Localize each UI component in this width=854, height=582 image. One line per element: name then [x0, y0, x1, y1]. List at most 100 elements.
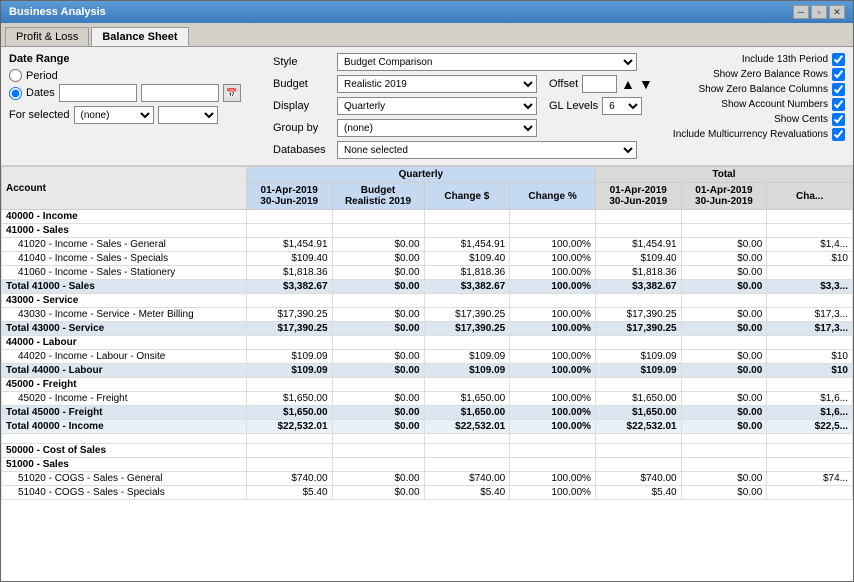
- table-row: 50000 - Cost of Sales: [2, 444, 853, 458]
- value-cell: [424, 444, 510, 458]
- account-cell: 43000 - Service: [2, 294, 247, 308]
- value-cell: [424, 458, 510, 472]
- value-cell: $109.09: [595, 364, 681, 378]
- value-cell: [246, 444, 332, 458]
- offset-input[interactable]: 0: [582, 75, 617, 93]
- value-cell: 100.00%: [510, 350, 596, 364]
- data-table-container[interactable]: Account Quarterly Total 01-Apr-201930-Ju…: [1, 166, 853, 581]
- value-cell: $22,5...: [767, 420, 853, 434]
- value-cell: [767, 486, 853, 500]
- table-row: Total 43000 - Service$17,390.25$0.00$17,…: [2, 322, 853, 336]
- value-cell: $0.00: [681, 238, 767, 252]
- value-cell: [332, 336, 424, 350]
- value-cell: 100.00%: [510, 280, 596, 294]
- value-cell: [332, 458, 424, 472]
- include-13th-row: Include 13th Period: [665, 53, 845, 66]
- value-cell: $0.00: [681, 252, 767, 266]
- value-cell: [510, 434, 596, 444]
- value-cell: 100.00%: [510, 238, 596, 252]
- value-cell: 100.00%: [510, 322, 596, 336]
- value-cell: [246, 378, 332, 392]
- value-cell: $1,454.91: [246, 238, 332, 252]
- multicurrency-checkbox[interactable]: [832, 128, 845, 141]
- include-13th-checkbox[interactable]: [832, 53, 845, 66]
- budget-dropdown[interactable]: Realistic 2019: [337, 75, 537, 93]
- value-cell: [595, 336, 681, 350]
- zero-balance-cols-label: Show Zero Balance Columns: [698, 84, 828, 95]
- value-cell: $0.00: [681, 322, 767, 336]
- value-cell: $0.00: [332, 322, 424, 336]
- period-label: Period: [26, 70, 58, 82]
- for-selected-row: For selected (none): [9, 106, 269, 124]
- value-cell: [767, 336, 853, 350]
- account-cell: 51000 - Sales: [2, 458, 247, 472]
- date-to-input[interactable]: 30/06/2019: [141, 84, 219, 102]
- main-window: Business Analysis ─ ▫ ✕ Profit & Loss Ba…: [0, 0, 854, 582]
- date-from-input[interactable]: 01/04/2019: [59, 84, 137, 102]
- group-by-label: Group by: [273, 122, 333, 134]
- value-cell: [510, 444, 596, 458]
- calendar-button[interactable]: 📅: [223, 84, 241, 102]
- dates-radio[interactable]: [9, 87, 22, 100]
- value-cell: [424, 210, 510, 224]
- value-cell: $1,650.00: [424, 392, 510, 406]
- offset-down[interactable]: ▼: [639, 76, 653, 92]
- value-cell: 100.00%: [510, 252, 596, 266]
- display-dropdown[interactable]: Quarterly: [337, 97, 537, 115]
- display-label: Display: [273, 100, 333, 112]
- style-row: Style Budget Comparison: [273, 53, 661, 71]
- account-cell: 43030 - Income - Service - Meter Billing: [2, 308, 247, 322]
- zero-balance-cols-checkbox[interactable]: [832, 83, 845, 96]
- value-cell: $0.00: [332, 350, 424, 364]
- value-cell: [595, 444, 681, 458]
- value-cell: $22,532.01: [424, 420, 510, 434]
- data-table: Account Quarterly Total 01-Apr-201930-Ju…: [1, 166, 853, 500]
- style-dropdown[interactable]: Budget Comparison: [337, 53, 637, 71]
- group-by-dropdown[interactable]: (none): [337, 119, 537, 137]
- for-selected-secondary[interactable]: [158, 106, 218, 124]
- value-cell: $0.00: [681, 266, 767, 280]
- databases-row: Databases None selected: [273, 141, 661, 159]
- account-cell: 41060 - Income - Sales - Stationery: [2, 266, 247, 280]
- databases-dropdown[interactable]: None selected: [337, 141, 637, 159]
- gl-levels-dropdown[interactable]: 6: [602, 97, 642, 115]
- dates-label: Dates: [26, 87, 55, 99]
- tab-balance-sheet[interactable]: Balance Sheet: [91, 27, 188, 46]
- table-row: 41060 - Income - Sales - Stationery$1,81…: [2, 266, 853, 280]
- value-cell: [332, 294, 424, 308]
- value-cell: $3,382.67: [424, 280, 510, 294]
- account-numbers-checkbox[interactable]: [832, 98, 845, 111]
- period-radio[interactable]: [9, 69, 22, 82]
- value-cell: [246, 294, 332, 308]
- account-cell: 40000 - Income: [2, 210, 247, 224]
- window-title: Business Analysis: [9, 6, 106, 18]
- window-controls: ─ ▫ ✕: [793, 5, 845, 19]
- value-cell: $74...: [767, 472, 853, 486]
- budget-row: Budget Realistic 2019 Offset 0 ▲ ▼: [273, 75, 661, 93]
- value-cell: [332, 444, 424, 458]
- value-cell: [681, 444, 767, 458]
- account-cell: 44020 - Income - Labour - Onsite: [2, 350, 247, 364]
- table-row: 45020 - Income - Freight$1,650.00$0.00$1…: [2, 392, 853, 406]
- gl-levels-label: GL Levels: [549, 100, 598, 112]
- radio-group: Period Dates 01/04/2019 30/06/2019 📅: [9, 69, 269, 102]
- show-cents-checkbox[interactable]: [832, 113, 845, 126]
- display-row: Display Quarterly GL Levels 6: [273, 97, 661, 115]
- value-cell: $1,6...: [767, 406, 853, 420]
- value-cell: [332, 224, 424, 238]
- zero-balance-rows-checkbox[interactable]: [832, 68, 845, 81]
- period-radio-row: Period: [9, 69, 269, 82]
- table-row: 44000 - Labour: [2, 336, 853, 350]
- total-section-header: Total: [595, 167, 852, 183]
- restore-button[interactable]: ▫: [811, 5, 827, 19]
- minimize-button[interactable]: ─: [793, 5, 809, 19]
- close-button[interactable]: ✕: [829, 5, 845, 19]
- for-selected-dropdown[interactable]: (none): [74, 106, 154, 124]
- value-cell: $109.09: [424, 350, 510, 364]
- tab-profit-loss[interactable]: Profit & Loss: [5, 27, 89, 46]
- value-cell: $0.00: [332, 266, 424, 280]
- value-cell: 100.00%: [510, 406, 596, 420]
- value-cell: $17,390.25: [246, 322, 332, 336]
- offset-up[interactable]: ▲: [621, 76, 635, 92]
- value-cell: $1,650.00: [246, 406, 332, 420]
